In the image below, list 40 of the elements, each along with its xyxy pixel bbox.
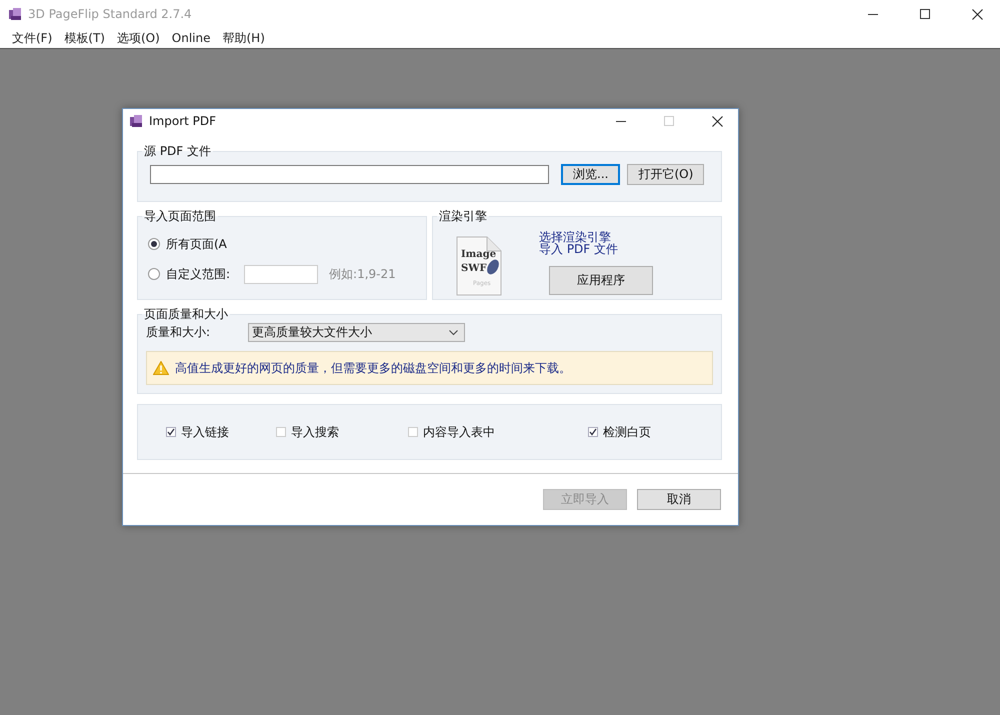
menu-item[interactable]: 帮助(H) xyxy=(216,30,271,46)
checkbox[interactable] xyxy=(588,427,598,437)
browse-button[interactable]: 浏览... xyxy=(561,164,620,185)
group-label: 渲染引擎 xyxy=(439,209,487,223)
checkbox[interactable] xyxy=(166,427,176,437)
engine-text: 选择渲染引擎 xyxy=(539,231,611,243)
menu-item[interactable]: 模板(T) xyxy=(58,30,111,46)
file-path-field[interactable] xyxy=(150,165,549,184)
range-field[interactable] xyxy=(244,264,318,284)
group-label: 源 PDF 文件 xyxy=(144,144,212,158)
radio-button[interactable] xyxy=(148,238,160,250)
hint-text: 例如:1,9-21 xyxy=(329,266,396,282)
warning-icon xyxy=(153,361,169,375)
app-icon xyxy=(129,114,143,128)
window-title: 3D PageFlip Standard 2.7.4 xyxy=(28,7,192,21)
dialog-title: Import PDF xyxy=(149,114,216,128)
group-label: 导入页面范围 xyxy=(144,209,216,223)
radio-label[interactable]: 自定义范围: xyxy=(166,266,230,282)
chevron-down-icon xyxy=(449,330,458,336)
checkbox-label[interactable]: 导入搜索 xyxy=(291,424,339,440)
checkbox-label[interactable]: 内容导入表中 xyxy=(423,424,495,440)
radio-button[interactable] xyxy=(148,268,160,280)
close-icon[interactable] xyxy=(972,8,982,20)
checkbox-label[interactable]: 检测白页 xyxy=(603,424,651,440)
cancel-button[interactable]: 取消 xyxy=(637,489,721,510)
open-button[interactable]: 打开它(O) xyxy=(627,164,704,185)
menu-item[interactable]: 选项(O) xyxy=(110,30,166,46)
close-icon[interactable] xyxy=(712,116,722,126)
checkbox-label[interactable]: 导入链接 xyxy=(181,424,229,440)
field-label: 质量和大小: xyxy=(146,324,210,341)
engine-text: 导入 PDF 文件 xyxy=(539,243,618,255)
maximize-icon[interactable] xyxy=(920,9,930,19)
quality-dropdown[interactable]: 更高质量较大文件大小 xyxy=(248,323,466,342)
apply-button[interactable]: 应用程序 xyxy=(549,266,653,295)
app-icon xyxy=(8,7,22,21)
warning-text: 高值生成更好的网页的质量，但需要更多的磁盘空间和更多的时间来下载。 xyxy=(175,360,571,376)
radio-label[interactable]: 所有页面(A xyxy=(166,236,227,252)
group-label: 页面质量和大小 xyxy=(144,307,228,321)
menu-item[interactable]: Online xyxy=(166,31,216,45)
menu-item[interactable]: 文件(F) xyxy=(6,30,58,46)
